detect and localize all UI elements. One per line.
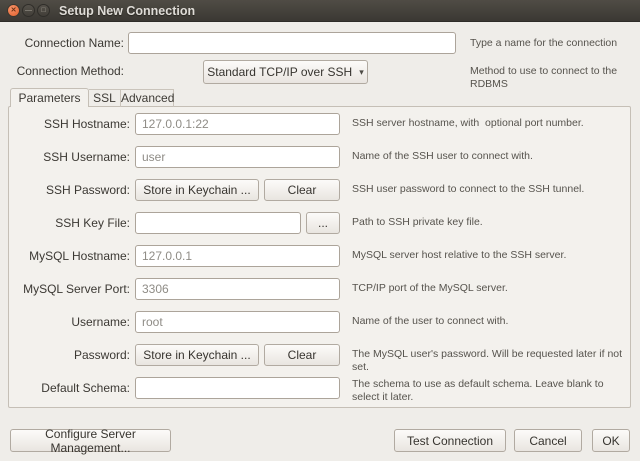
mysql-port-input[interactable]	[135, 278, 340, 300]
form-row: MySQL Server Port: TCP/IP port of the My…	[0, 278, 640, 300]
test-connection-button[interactable]: Test Connection	[394, 429, 506, 452]
form-row: SSH Username: Name of the SSH user to co…	[0, 146, 640, 168]
mysql-password-label: Password:	[0, 344, 130, 366]
mysql-password-hint: The MySQL user's password. Will be reque…	[352, 348, 632, 373]
connection-method-value: Standard TCP/IP over SSH	[207, 65, 352, 79]
ssh-key-file-hint: Path to SSH private key file.	[352, 216, 632, 229]
form-row: SSH Password: Store in Keychain ... Clea…	[0, 179, 640, 201]
ssh-username-label: SSH Username:	[0, 146, 130, 168]
mysql-username-input[interactable]	[135, 311, 340, 333]
ssh-key-file-label: SSH Key File:	[0, 212, 130, 234]
default-schema-hint: The schema to use as default schema. Lea…	[352, 378, 632, 403]
form-row: Default Schema: The schema to use as def…	[0, 377, 640, 399]
ok-button[interactable]: OK	[592, 429, 630, 452]
mysql-port-hint: TCP/IP port of the MySQL server.	[352, 282, 632, 295]
cancel-button[interactable]: Cancel	[514, 429, 582, 452]
connection-name-label: Connection Name:	[0, 32, 124, 54]
mysql-hostname-input[interactable]	[135, 245, 340, 267]
window-title: Setup New Connection	[59, 4, 195, 18]
close-icon[interactable]: ✕	[7, 4, 20, 17]
ssh-password-label: SSH Password:	[0, 179, 130, 201]
ssh-key-file-input[interactable]	[135, 212, 301, 234]
form-row: Username: Name of the user to connect wi…	[0, 311, 640, 333]
connection-name-hint: Type a name for the connection	[470, 37, 635, 50]
mysql-username-hint: Name of the user to connect with.	[352, 315, 632, 328]
form-row: SSH Key File: ... Path to SSH private ke…	[0, 212, 640, 234]
ssh-store-in-keychain-button[interactable]: Store in Keychain ...	[135, 179, 259, 201]
connection-method-row: Connection Method: Standard TCP/IP over …	[0, 60, 640, 84]
chevron-down-icon: ▾	[359, 67, 364, 78]
tab-ssl[interactable]: SSL	[89, 89, 121, 107]
tab-advanced[interactable]: Advanced	[121, 89, 174, 107]
mysql-username-label: Username:	[0, 311, 130, 333]
connection-method-dropdown[interactable]: Standard TCP/IP over SSH ▾	[203, 60, 368, 84]
connection-method-hint: Method to use to connect to the RDBMS	[470, 65, 635, 90]
ssh-key-file-browse-button[interactable]: ...	[306, 212, 340, 234]
connection-method-label: Connection Method:	[0, 60, 124, 82]
minimize-icon[interactable]: —	[22, 4, 35, 17]
configure-server-management-button[interactable]: Configure Server Management...	[10, 429, 171, 452]
connection-name-input[interactable]	[128, 32, 456, 54]
mysql-store-in-keychain-button[interactable]: Store in Keychain ...	[135, 344, 259, 366]
maximize-icon[interactable]: □	[37, 4, 50, 17]
ssh-hostname-input[interactable]	[135, 113, 340, 135]
mysql-port-label: MySQL Server Port:	[0, 278, 130, 300]
ssh-hostname-hint: SSH server hostname, with optional port …	[352, 117, 632, 130]
ssh-password-hint: SSH user password to connect to the SSH …	[352, 183, 632, 196]
tab-parameters[interactable]: Parameters	[10, 88, 89, 107]
form-row: SSH Hostname: SSH server hostname, with …	[0, 113, 640, 135]
ssh-username-hint: Name of the SSH user to connect with.	[352, 150, 632, 163]
ssh-password-clear-button[interactable]: Clear	[264, 179, 340, 201]
connection-name-row: Connection Name: Type a name for the con…	[0, 32, 640, 56]
form-row: MySQL Hostname: MySQL server host relati…	[0, 245, 640, 267]
mysql-hostname-hint: MySQL server host relative to the SSH se…	[352, 249, 632, 262]
default-schema-label: Default Schema:	[0, 377, 130, 399]
form-row: Password: Store in Keychain ... Clear Th…	[0, 344, 640, 366]
ssh-username-input[interactable]	[135, 146, 340, 168]
mysql-hostname-label: MySQL Hostname:	[0, 245, 130, 267]
mysql-password-clear-button[interactable]: Clear	[264, 344, 340, 366]
ssh-hostname-label: SSH Hostname:	[0, 113, 130, 135]
default-schema-input[interactable]	[135, 377, 340, 399]
titlebar: ✕ — □ Setup New Connection	[0, 0, 640, 22]
